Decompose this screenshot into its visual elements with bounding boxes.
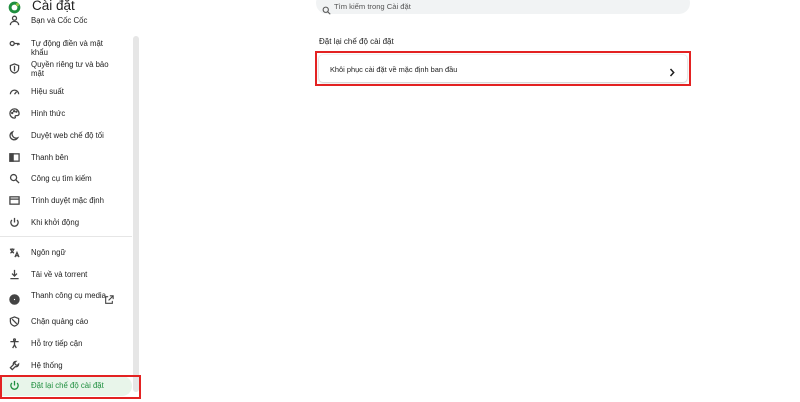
key-icon	[9, 38, 20, 49]
sidebar-item-label: Thanh công cụ media	[31, 291, 106, 300]
sidebar-item-label: Hiệu suất	[31, 87, 64, 96]
wrench-icon	[9, 360, 20, 371]
sidebar-item-label: Quyền riêng tư và bảo mật	[31, 60, 109, 78]
power-icon	[9, 217, 20, 228]
sidebar-item-ad-block[interactable]: Chặn quảng cáo	[0, 316, 132, 328]
sidebar-panel-icon	[9, 152, 20, 163]
sidebar-item-label: Ngôn ngữ	[31, 248, 66, 257]
sidebar-item-media-toolbar[interactable]: Thanh công cụ media	[0, 290, 132, 310]
search-input[interactable]	[334, 1, 534, 12]
sidebar-item-label: Tải về và torrent	[31, 270, 88, 279]
highlight-box-reset-nav	[0, 375, 141, 399]
sidebar-item-dark-mode[interactable]: Duyệt web chế độ tối	[0, 130, 132, 142]
sidebar-item-label: Hỗ trợ tiếp cận	[31, 339, 83, 348]
sidebar-item-label: Duyệt web chế độ tối	[31, 131, 104, 140]
sidebar-item-default-browser[interactable]: Trình duyệt mặc định	[0, 195, 132, 207]
sidebar-scrollbar[interactable]	[133, 36, 139, 392]
sidebar-item-label: Công cụ tìm kiếm	[31, 174, 92, 183]
person-icon	[9, 15, 20, 26]
browser-window-icon	[9, 195, 20, 206]
sidebar-item-label: Tự động điền và mật khẩu	[31, 39, 103, 57]
sidebar-item-downloads[interactable]: Tải về và torrent	[0, 269, 132, 281]
sidebar-item-label: Hình thức	[31, 109, 66, 118]
shield-icon	[9, 63, 20, 74]
adblock-shield-icon	[9, 316, 20, 327]
speedometer-icon	[9, 86, 20, 97]
sidebar-item-performance[interactable]: Hiệu suất	[0, 86, 132, 98]
sidebar-item-privacy[interactable]: Quyền riêng tư và bảo mật	[0, 59, 132, 79]
external-link-icon[interactable]	[104, 292, 114, 304]
search-icon	[9, 173, 20, 184]
sidebar-item-label: Khi khởi động	[31, 218, 80, 227]
sidebar-item-appearance[interactable]: Hình thức	[0, 108, 132, 120]
sidebar-item-search-engine[interactable]: Công cụ tìm kiếm	[0, 173, 132, 185]
sidebar-item-sidebar[interactable]: Thanh bên	[0, 152, 132, 164]
moon-icon	[9, 130, 20, 141]
sidebar: Bạn và Cốc Cốc Tự động điền và mật khẩu …	[0, 14, 140, 402]
palette-icon	[9, 108, 20, 119]
highlight-box-reset-card	[315, 51, 691, 86]
sidebar-item-accessibility[interactable]: Hỗ trợ tiếp cận	[0, 338, 132, 350]
search-bar[interactable]	[316, 0, 690, 15]
page-title: Cài đặt	[32, 0, 75, 13]
sidebar-item-you-and-coccoc[interactable]: Bạn và Cốc Cốc	[0, 14, 132, 26]
accessibility-icon	[9, 338, 20, 349]
media-disc-icon	[9, 294, 20, 305]
sidebar-item-languages[interactable]: Ngôn ngữ	[0, 247, 132, 259]
section-title: Đặt lại chế độ cài đặt	[319, 37, 394, 46]
download-icon	[9, 269, 20, 280]
sidebar-item-system[interactable]: Hệ thống	[0, 360, 132, 372]
sidebar-divider	[0, 236, 132, 237]
sidebar-item-label: Chặn quảng cáo	[31, 317, 89, 326]
coccoc-logo-icon	[8, 1, 21, 14]
translate-icon	[9, 247, 20, 258]
sidebar-item-label: Bạn và Cốc Cốc	[31, 16, 88, 25]
sidebar-item-label: Trình duyệt mặc định	[31, 196, 104, 205]
search-icon	[322, 2, 331, 15]
sidebar-item-on-startup[interactable]: Khi khởi động	[0, 217, 132, 229]
sidebar-item-label: Hệ thống	[31, 361, 63, 370]
sidebar-item-label: Thanh bên	[31, 153, 69, 162]
sidebar-item-autofill[interactable]: Tự động điền và mật khẩu	[0, 38, 132, 56]
